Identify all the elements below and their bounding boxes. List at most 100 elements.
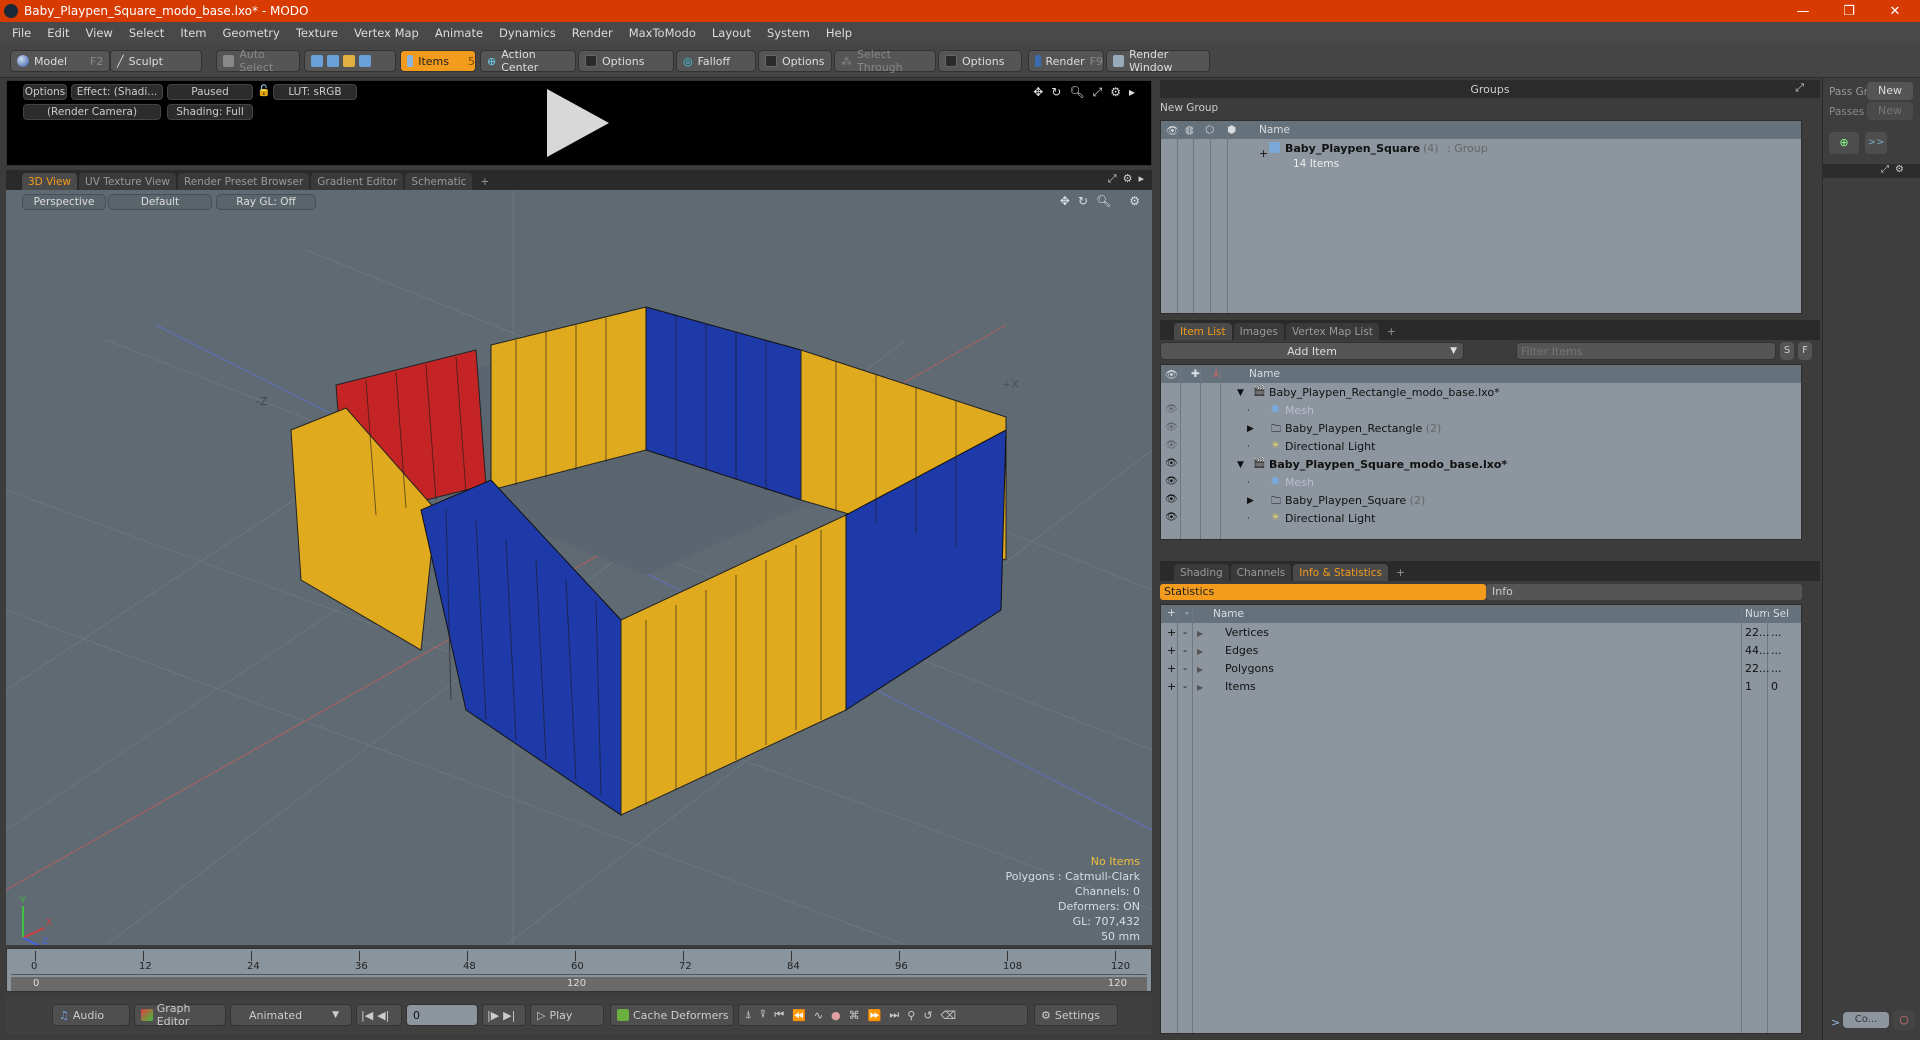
- remove-selection-button[interactable]: -: [1183, 644, 1187, 657]
- new-pass-group-button[interactable]: New: [1867, 82, 1913, 100]
- cache-deformers-button[interactable]: Cache Deformers: [610, 1004, 734, 1026]
- panel-arrow-icon[interactable]: ▸: [1129, 85, 1135, 100]
- prev-key-icon[interactable]: ◀|: [377, 1009, 389, 1022]
- axis-column-icon[interactable]: ⅄: [1213, 368, 1219, 380]
- menu-maxtomodo[interactable]: MaxToModo: [621, 26, 704, 40]
- prev-frame-icon[interactable]: ⏪: [792, 1009, 806, 1022]
- expand-arrow-icon[interactable]: ▶: [1197, 665, 1203, 674]
- frame-input[interactable]: 0: [406, 1004, 478, 1026]
- visibility-eye-icon[interactable]: 👁: [1165, 440, 1178, 451]
- item-list-row[interactable]: 👁 · ☀ Directional Light: [1161, 511, 1801, 529]
- add-pass-icon[interactable]: ⊕: [1829, 132, 1859, 154]
- filter-items-input[interactable]: [1516, 342, 1776, 360]
- close-button[interactable]: ✕: [1872, 0, 1918, 22]
- statistics-row[interactable]: + - ▶ Vertices 22......: [1161, 625, 1801, 643]
- command-input[interactable]: Co...: [1843, 1012, 1889, 1028]
- pan-icon[interactable]: ✥: [1060, 194, 1070, 208]
- key-loop-icon[interactable]: ↺: [923, 1009, 932, 1022]
- graph-editor-button[interactable]: Graph Editor: [134, 1002, 226, 1028]
- animated-dropdown[interactable]: Animated ▼: [230, 1004, 352, 1026]
- next-frame-icon[interactable]: ⏩: [868, 1009, 882, 1022]
- play-button[interactable]: ▷ Play: [530, 1004, 604, 1026]
- statistics-row[interactable]: + - ▶ Polygons 22......: [1161, 661, 1801, 679]
- pan-icon[interactable]: ✥: [1033, 85, 1043, 100]
- more-button[interactable]: >>: [1865, 132, 1887, 154]
- next-keyframe-icon[interactable]: ⏭: [889, 1008, 899, 1022]
- menu-geometry[interactable]: Geometry: [215, 26, 288, 40]
- menu-texture[interactable]: Texture: [288, 26, 346, 40]
- info-tab[interactable]: Info: [1486, 584, 1802, 600]
- add-tab-button[interactable]: +: [1390, 564, 1411, 581]
- add-tab-button[interactable]: +: [1381, 323, 1402, 340]
- minimize-button[interactable]: —: [1780, 0, 1826, 22]
- edges-mode-icon[interactable]: [327, 55, 339, 67]
- menu-edit[interactable]: Edit: [39, 26, 77, 40]
- item-list-row[interactable]: 👁 ▶ 🗀 Baby_Playpen_Rectangle (2): [1161, 421, 1801, 439]
- remove-selection-button[interactable]: -: [1183, 662, 1187, 675]
- tab-images[interactable]: Images: [1233, 323, 1284, 340]
- expand-arrow-icon[interactable]: ▶: [1197, 683, 1203, 692]
- go-to-start-icon[interactable]: |◀: [361, 1009, 373, 1022]
- falloff-button[interactable]: ◎ Falloff: [676, 50, 756, 72]
- sculpt-mode-button[interactable]: ╱ Sculpt: [110, 50, 202, 72]
- tab-shading[interactable]: Shading: [1174, 564, 1229, 581]
- tab-channels[interactable]: Channels: [1230, 564, 1292, 581]
- tab-item-list[interactable]: Item List: [1174, 323, 1232, 340]
- polygons-mode-icon[interactable]: [343, 55, 355, 67]
- add-selection-button[interactable]: +: [1167, 626, 1176, 639]
- tab-gradient-editor[interactable]: Gradient Editor: [311, 173, 404, 190]
- maximize-icon[interactable]: ⤢: [1093, 85, 1103, 100]
- visibility-eye-icon[interactable]: 👁: [1165, 404, 1178, 415]
- add-item-dropdown[interactable]: Add Item ▼: [1160, 342, 1464, 360]
- menu-layout[interactable]: Layout: [704, 26, 759, 40]
- add-selection-button[interactable]: +: [1167, 680, 1176, 693]
- items-mode-button[interactable]: Items 5: [400, 50, 476, 72]
- vertices-mode-icon[interactable]: [311, 55, 323, 67]
- menu-view[interactable]: View: [78, 26, 121, 40]
- gear-icon[interactable]: ⚙: [1123, 172, 1133, 186]
- zoom-icon[interactable]: 🔍︎: [1069, 85, 1084, 100]
- visibility-eye-icon[interactable]: 👁: [1165, 458, 1178, 469]
- timeline-ruler[interactable]: 0 12 24 36 48 60 72 84 96 108 120: [11, 951, 1147, 975]
- tab-render-preset-browser[interactable]: Render Preset Browser: [177, 173, 310, 190]
- key-channels-icon[interactable]: ⌘: [849, 1009, 860, 1022]
- add-selection-button[interactable]: +: [1167, 644, 1176, 657]
- playpen-model[interactable]: [290, 306, 1007, 816]
- prev-keyframe-icon[interactable]: ⏮: [774, 1008, 784, 1022]
- item-list-row[interactable]: 👁 ▶ 🗀 Baby_Playpen_Square (2): [1161, 493, 1801, 511]
- menu-dynamics[interactable]: Dynamics: [491, 26, 564, 40]
- f-toggle-button[interactable]: F: [1798, 342, 1812, 360]
- zoom-icon[interactable]: 🔍︎: [1096, 194, 1111, 208]
- tab-info-statistics[interactable]: Info & Statistics: [1293, 564, 1388, 581]
- tab-vertex-map-list[interactable]: Vertex Map List: [1285, 323, 1379, 340]
- visibility-column-icon[interactable]: 👁: [1165, 368, 1178, 381]
- maximize-icon[interactable]: ⤢: [1881, 164, 1889, 175]
- record-macro-icon[interactable]: ○: [1893, 1010, 1915, 1030]
- paused-toggle[interactable]: Paused: [167, 84, 253, 100]
- key-down-icon[interactable]: ⍒: [760, 1008, 767, 1022]
- locator-column-icon[interactable]: ✚: [1191, 368, 1200, 380]
- add-tab-button[interactable]: +: [474, 173, 495, 190]
- collapse-arrow-icon[interactable]: ▼: [1237, 460, 1244, 470]
- expand-arrow-icon[interactable]: ▶: [1247, 496, 1254, 506]
- menu-render[interactable]: Render: [564, 26, 621, 40]
- menu-animate[interactable]: Animate: [427, 26, 491, 40]
- effect-dropdown[interactable]: Effect: (Shadi...: [71, 84, 163, 100]
- action-center-options-button[interactable]: Options: [578, 50, 674, 72]
- key-settings-icon[interactable]: ⚲: [907, 1009, 915, 1022]
- collapse-arrow-icon[interactable]: ▼: [1237, 388, 1244, 398]
- model-mode-button[interactable]: Model F2: [10, 50, 110, 72]
- select-through-options-button[interactable]: Options: [938, 50, 1022, 72]
- panel-arrow-icon[interactable]: ▸: [1138, 172, 1144, 186]
- maximize-icon[interactable]: ⤢: [1108, 172, 1117, 186]
- lut-dropdown[interactable]: LUT: sRGB: [273, 84, 357, 100]
- select-column-icon[interactable]: ⬢: [1227, 124, 1236, 136]
- new-group-button[interactable]: New Group: [1160, 102, 1236, 116]
- item-list-row[interactable]: 👁 · ⬢ Mesh: [1161, 475, 1801, 493]
- rotate-icon[interactable]: ↻: [1051, 85, 1061, 100]
- item-list-row[interactable]: 👁 ▼ 🎬 Baby_Playpen_Square_modo_base.lxo*: [1161, 457, 1801, 475]
- item-list-row[interactable]: ▼ 🎬 Baby_Playpen_Rectangle_modo_base.lxo*: [1161, 385, 1801, 403]
- tab-uv-texture-view[interactable]: UV Texture View: [79, 173, 176, 190]
- audio-button[interactable]: ♫ Audio: [52, 1004, 130, 1026]
- key-up-icon[interactable]: ⍋: [745, 1008, 752, 1022]
